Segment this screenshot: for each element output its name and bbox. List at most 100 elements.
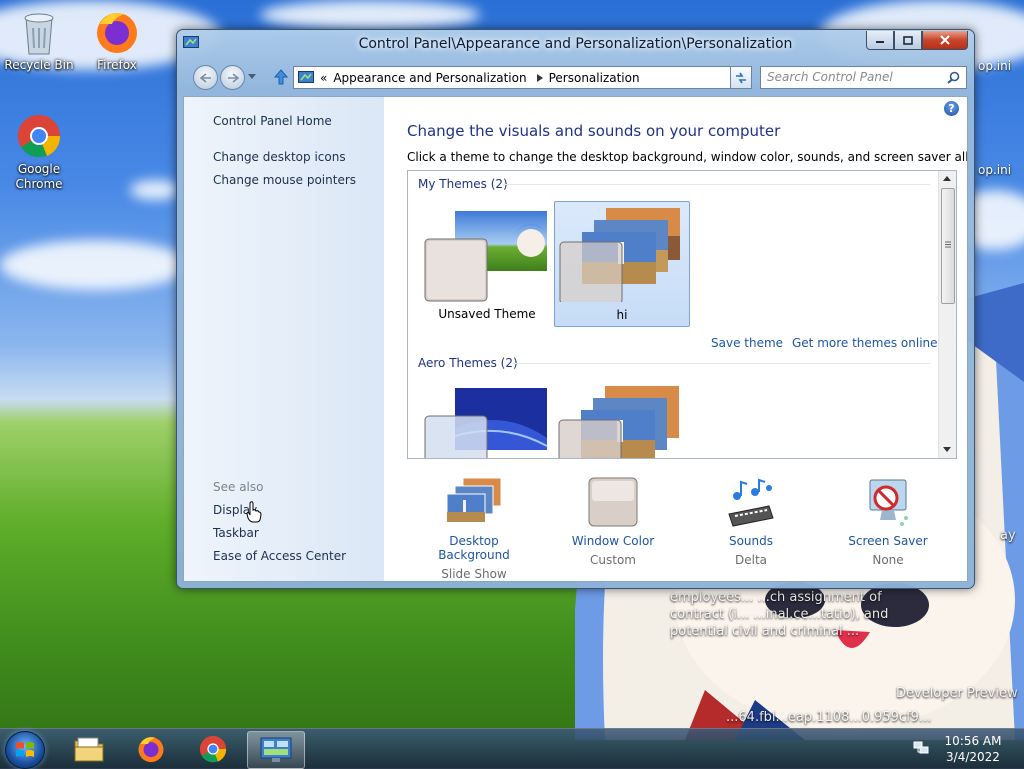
desktop-icon-label: op.ini xyxy=(978,59,1012,73)
option-label: Desktop Background xyxy=(438,534,510,562)
cloud xyxy=(260,0,480,30)
save-theme-link[interactable]: Save theme xyxy=(711,336,783,350)
back-button[interactable] xyxy=(193,65,218,90)
taskbar-chrome[interactable] xyxy=(185,731,241,767)
page-heading: Change the visuals and sounds on your co… xyxy=(407,122,781,140)
sounds-option[interactable]: Sounds Delta xyxy=(691,476,811,567)
desktop-icon-ini-file[interactable]: op.ini xyxy=(978,59,1011,73)
grip-icon xyxy=(945,241,951,248)
breadcrumb-appearance[interactable]: Appearance and Personalization xyxy=(333,71,526,85)
ease-of-access-link[interactable]: Ease of Access Center xyxy=(213,549,346,563)
search-placeholder: Search Control Panel xyxy=(767,70,893,84)
theme-aero-1[interactable] xyxy=(420,380,554,458)
close-button[interactable] xyxy=(922,31,968,50)
change-mouse-pointers-link[interactable]: Change mouse pointers xyxy=(213,173,356,187)
clock-date: 3/4/2022 xyxy=(946,750,1000,764)
group-aero-themes-label: Aero Themes (2) xyxy=(418,356,518,370)
maximize-icon xyxy=(903,35,913,45)
wallpaper-text: ay xyxy=(1000,528,1016,543)
address-bar[interactable]: « Appearance and Personalization Persona… xyxy=(293,66,750,89)
chrome-icon xyxy=(199,735,227,763)
window-color-option[interactable]: Window Color Custom xyxy=(553,476,673,567)
taskbar-firefox[interactable] xyxy=(123,731,179,767)
theme-name: Unsaved Theme xyxy=(438,307,536,321)
up-level-icon[interactable] xyxy=(274,69,288,85)
see-also-heading: See also xyxy=(213,480,264,494)
option-value: None xyxy=(872,553,904,567)
theme-aero-2[interactable] xyxy=(554,380,688,458)
themes-list: My Themes (2) Unsaved Theme hi Save them… xyxy=(407,170,957,459)
breadcrumb-separator-icon[interactable] xyxy=(536,73,543,82)
recycle-bin-icon xyxy=(24,13,54,55)
theme-hi[interactable]: hi xyxy=(554,201,690,327)
change-desktop-icons-link[interactable]: Change desktop icons xyxy=(213,150,346,164)
taskbar-control-panel[interactable] xyxy=(247,731,305,769)
taskbar: 10:56 AM 3/4/2022 xyxy=(0,728,1024,769)
title-bar[interactable]: Control Panel\Appearance and Personaliza… xyxy=(177,30,974,60)
help-icon[interactable]: ? xyxy=(944,101,959,116)
desktop-icon-label: Google Chrome xyxy=(15,162,63,191)
screen-saver-icon xyxy=(869,479,908,526)
sounds-icon xyxy=(728,478,774,527)
personalization-window: Control Panel\Appearance and Personaliza… xyxy=(176,29,975,589)
minimize-button[interactable] xyxy=(866,31,894,50)
theme-unsaved[interactable]: Unsaved Theme xyxy=(420,201,554,325)
search-icon[interactable] xyxy=(947,71,960,84)
scroll-thumb[interactable] xyxy=(941,188,955,304)
desktop-background-icon xyxy=(446,477,502,523)
main-content: ? Change the visuals and sounds on your … xyxy=(384,97,967,581)
cloud xyxy=(130,180,180,200)
search-input[interactable]: Search Control Panel xyxy=(760,66,967,89)
history-dropdown-icon[interactable] xyxy=(248,74,256,80)
scroll-up-icon[interactable] xyxy=(943,176,951,182)
refresh-button[interactable] xyxy=(730,66,752,89)
window-controls xyxy=(866,31,968,50)
explorer-icon xyxy=(74,737,104,762)
minimize-icon xyxy=(876,41,884,43)
taskbar-link[interactable]: Taskbar xyxy=(213,526,259,540)
client-area: Control Panel Home Change desktop icons … xyxy=(183,96,968,582)
unsaved-theme-thumbnail xyxy=(424,211,547,302)
get-more-themes-link[interactable]: Get more themes online xyxy=(792,336,938,350)
desktop-icon-ini-file[interactable]: op.ini xyxy=(978,163,1011,177)
clock-time: 10:56 AM xyxy=(944,734,1002,748)
screen-saver-option[interactable]: Screen Saver None xyxy=(828,476,948,567)
system-clock[interactable]: 10:56 AM 3/4/2022 xyxy=(930,733,1016,765)
desktop-icon-label: Recycle Bin xyxy=(4,58,74,72)
group-divider xyxy=(513,363,930,364)
desktop-background-option[interactable]: Desktop Background Slide Show xyxy=(414,476,534,581)
group-divider xyxy=(503,184,930,185)
desktop-icon-label: op.ini xyxy=(978,163,1012,177)
wallpaper-text: employees... ...ch assignment of xyxy=(670,590,882,605)
scroll-down-icon[interactable] xyxy=(943,447,951,453)
firefox-icon xyxy=(97,13,137,53)
desktop-icon-label: Firefox xyxy=(97,58,137,72)
refresh-icon xyxy=(736,72,746,83)
option-value: Custom xyxy=(590,553,636,567)
wallpaper-text: potential civil and criminal ... xyxy=(670,624,860,639)
taskbar-explorer[interactable] xyxy=(61,731,117,767)
option-label: Screen Saver xyxy=(848,534,928,548)
navigation-bar: « Appearance and Personalization Persona… xyxy=(183,62,968,92)
hand-cursor-icon xyxy=(246,501,262,523)
start-button[interactable] xyxy=(5,731,45,769)
theme-name: hi xyxy=(616,308,628,322)
option-label: Sounds xyxy=(728,534,774,548)
wallpaper-text: Developer Preview xyxy=(896,686,1018,701)
control-panel-icon xyxy=(260,737,292,762)
left-task-pane: Control Panel Home Change desktop icons … xyxy=(184,97,384,581)
forward-button[interactable] xyxy=(220,65,245,90)
back-arrow-icon xyxy=(199,72,211,83)
cloud xyxy=(0,240,190,290)
breadcrumb-personalization[interactable]: Personalization xyxy=(549,71,640,85)
desktop-icon-firefox[interactable]: Firefox xyxy=(79,8,155,73)
control-panel-home-link[interactable]: Control Panel Home xyxy=(213,114,332,128)
network-icon[interactable] xyxy=(913,740,929,756)
wallpaper-text: ...64.fbl...eap.1108...0.959cf9... xyxy=(726,710,932,725)
desktop-icon-recycle-bin[interactable]: Recycle Bin xyxy=(1,8,77,73)
maximize-button[interactable] xyxy=(894,31,922,50)
themes-scrollbar[interactable] xyxy=(938,171,956,458)
option-label: Window Color xyxy=(571,534,655,548)
address-chevrons[interactable]: « xyxy=(320,71,327,85)
desktop-icon-chrome[interactable]: Google Chrome xyxy=(1,112,77,192)
